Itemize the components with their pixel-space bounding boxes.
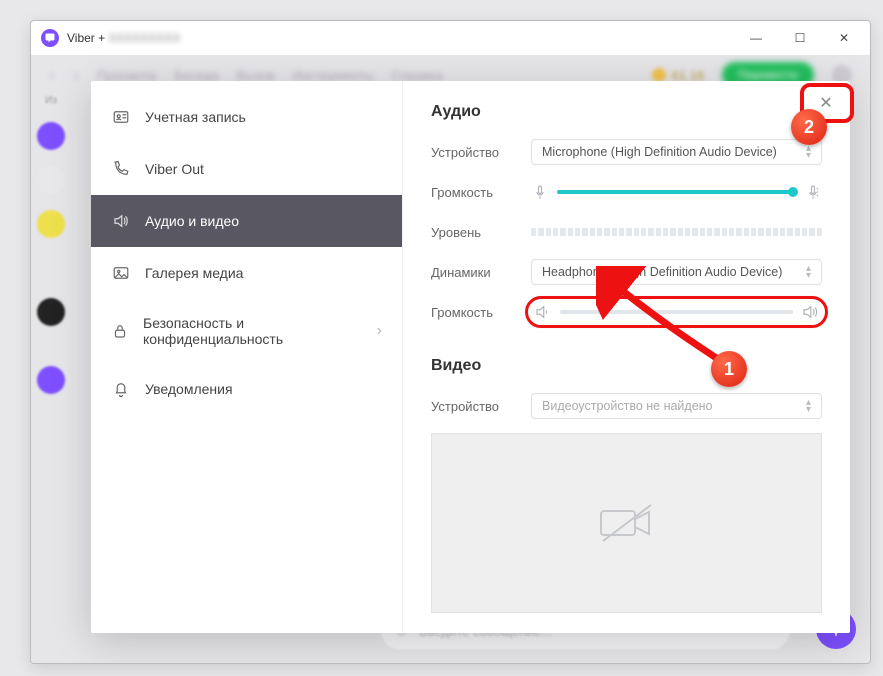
mic-device-row: Устройство Microphone (High Definition A… bbox=[431, 139, 822, 165]
sidebar-item-label: Учетная запись bbox=[145, 109, 246, 125]
sidebar-item-media-gallery[interactable]: Галерея медиа bbox=[91, 247, 402, 299]
window-title: Viber + XXXXXXXXX bbox=[67, 31, 181, 45]
lock-icon bbox=[111, 321, 129, 341]
chevron-updown-icon: ▴▾ bbox=[806, 399, 811, 413]
annotation-badge-1: 1 bbox=[711, 351, 747, 387]
viber-logo-icon bbox=[41, 29, 59, 47]
minimize-button[interactable]: — bbox=[734, 23, 778, 53]
sidebar-item-security[interactable]: Безопасность и конфиденциальность › bbox=[91, 299, 402, 363]
mic-level-meter bbox=[531, 228, 822, 236]
sidebar-item-audio-video[interactable]: Аудио и видео bbox=[91, 195, 402, 247]
sidebar-item-notifications[interactable]: Уведомления bbox=[91, 363, 402, 415]
sidebar-item-viber-out[interactable]: Viber Out bbox=[91, 143, 402, 195]
audio-section-title: Аудио bbox=[431, 103, 822, 121]
bell-icon bbox=[111, 379, 131, 399]
mic-low-icon bbox=[531, 183, 549, 201]
chevron-right-icon: › bbox=[377, 322, 382, 340]
video-preview bbox=[431, 433, 822, 613]
annotation-badge-2: 2 bbox=[791, 109, 827, 145]
sidebar-item-label: Viber Out bbox=[145, 161, 204, 177]
volume-low-icon bbox=[534, 303, 552, 321]
phone-icon bbox=[111, 159, 131, 179]
annotation-arrow bbox=[596, 266, 786, 386]
chevron-updown-icon: ▴▾ bbox=[806, 145, 811, 159]
mic-level-row: Уровень bbox=[431, 219, 822, 245]
volume-high-icon bbox=[801, 303, 819, 321]
mic-device-select[interactable]: Microphone (High Definition Audio Device… bbox=[531, 139, 822, 165]
sidebar-item-label: Безопасность и конфиденциальность bbox=[143, 315, 363, 347]
video-device-row: Устройство Видеоустройство не найдено ▴▾ bbox=[431, 393, 822, 419]
window-close-button[interactable]: ✕ bbox=[822, 23, 866, 53]
mic-high-icon bbox=[804, 183, 822, 201]
settings-sidebar: Учетная запись Viber Out Аудио и видео Г… bbox=[91, 81, 403, 633]
sidebar-item-label: Аудио и видео bbox=[145, 213, 239, 229]
mic-volume-row: Громкость bbox=[431, 179, 822, 205]
video-device-select[interactable]: Видеоустройство не найдено ▴▾ bbox=[531, 393, 822, 419]
sidebar-item-account[interactable]: Учетная запись bbox=[91, 91, 402, 143]
id-card-icon bbox=[111, 107, 131, 127]
app-window: Viber + XXXXXXXXX — ☐ ✕ ‹› Просмотр Бесе… bbox=[30, 20, 871, 664]
titlebar: Viber + XXXXXXXXX — ☐ ✕ bbox=[31, 21, 870, 55]
sidebar-item-label: Галерея медиа bbox=[145, 265, 243, 281]
mic-volume-slider[interactable] bbox=[531, 183, 822, 201]
chevron-updown-icon: ▴▾ bbox=[806, 265, 811, 279]
sidebar-item-label: Уведомления bbox=[145, 381, 233, 397]
gallery-icon bbox=[111, 263, 131, 283]
maximize-button[interactable]: ☐ bbox=[778, 23, 822, 53]
speaker-icon bbox=[111, 211, 131, 231]
